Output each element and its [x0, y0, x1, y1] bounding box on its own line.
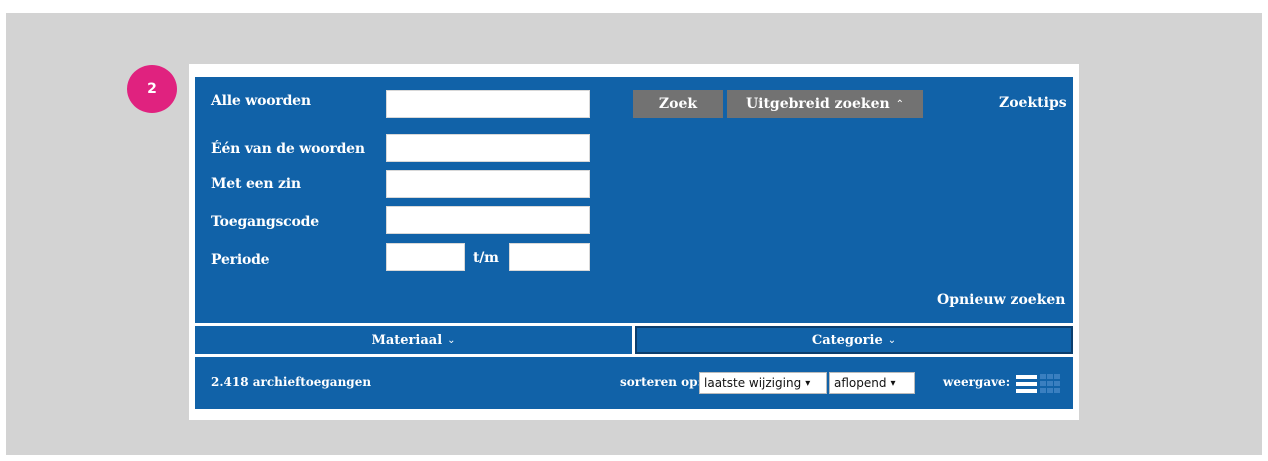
chevron-down-icon: ▾	[890, 377, 896, 389]
view-label: weergave:	[943, 375, 1011, 389]
sort-label: sorteren op:	[620, 375, 702, 389]
sort-order-value: aflopend	[834, 376, 887, 390]
period-label: Periode	[211, 252, 270, 268]
one-of-words-input[interactable]	[386, 134, 590, 162]
result-count: 2.418 archieftoegangen	[211, 375, 372, 389]
grid-view-icon[interactable]	[1040, 374, 1061, 393]
tab-category[interactable]: Categorie ⌄	[635, 326, 1073, 354]
chevron-down-icon: ⌄	[447, 334, 456, 346]
chevron-down-icon: ⌄	[887, 334, 897, 346]
one-of-words-label: Één van de woorden	[211, 141, 365, 157]
search-button[interactable]: Zoek	[633, 90, 723, 118]
step-badge: 2	[127, 65, 177, 113]
advanced-search-button[interactable]: Uitgebreid zoeken ⌃	[727, 90, 923, 118]
sort-field-select[interactable]: laatste wijziging ▾	[699, 372, 827, 394]
search-tips-link[interactable]: Zoektips	[999, 95, 1067, 111]
new-search-link[interactable]: Opnieuw zoeken	[937, 292, 1065, 308]
chevron-up-icon: ⌃	[895, 98, 905, 110]
sort-field-value: laatste wijziging	[704, 376, 802, 390]
access-code-input[interactable]	[386, 206, 590, 234]
all-words-input[interactable]	[386, 90, 590, 118]
search-button-label: Zoek	[658, 96, 698, 112]
tab-material[interactable]: Materiaal ⌄	[195, 326, 632, 354]
sort-order-select[interactable]: aflopend ▾	[829, 372, 915, 394]
period-to-input[interactable]	[509, 243, 590, 271]
phrase-input[interactable]	[386, 170, 590, 198]
advanced-search-label: Uitgebreid zoeken	[745, 96, 890, 112]
phrase-label: Met een zin	[211, 176, 301, 192]
period-from-input[interactable]	[386, 243, 465, 271]
tab-material-label: Materiaal	[371, 332, 443, 348]
period-separator: t/m	[473, 250, 499, 266]
list-view-icon[interactable]	[1016, 374, 1037, 393]
chevron-down-icon: ▾	[805, 377, 811, 389]
all-words-label: Alle woorden	[211, 93, 311, 109]
tab-category-label: Categorie	[811, 332, 883, 348]
access-code-label: Toegangscode	[211, 214, 319, 230]
